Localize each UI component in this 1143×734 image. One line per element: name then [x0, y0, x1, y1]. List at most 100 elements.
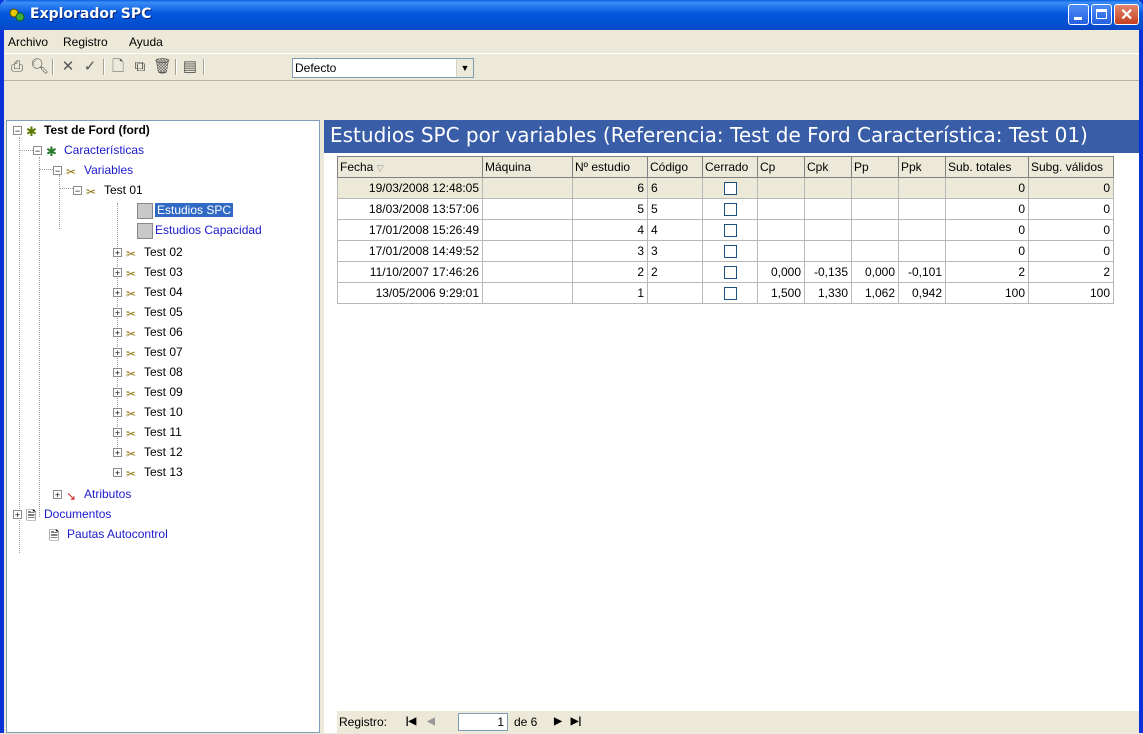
tree-item-test[interactable]: + ✂ Test 02	[113, 243, 183, 261]
column-pp[interactable]: Pp	[851, 156, 899, 178]
expand-icon[interactable]: +	[113, 328, 122, 338]
cell-cerrado[interactable]	[702, 198, 758, 220]
close-button[interactable]: ✕	[1114, 4, 1139, 25]
cell-cpk[interactable]	[804, 198, 852, 220]
tree-item-test[interactable]: + ✂ Test 03	[113, 263, 183, 281]
column-codigo[interactable]: Código	[647, 156, 703, 178]
expand-icon[interactable]: +	[113, 468, 122, 478]
last-record-icon[interactable]: ▶|	[568, 714, 584, 730]
expand-icon[interactable]: +	[113, 368, 122, 378]
minimize-button[interactable]	[1068, 4, 1089, 25]
expand-icon[interactable]: +	[113, 388, 122, 398]
expand-icon[interactable]: +	[113, 448, 122, 458]
cell-fecha[interactable]: 11/10/2007 17:46:26	[337, 261, 483, 283]
cell-cpk[interactable]	[804, 240, 852, 262]
cell-cp[interactable]	[757, 240, 805, 262]
expand-icon[interactable]: +	[113, 248, 122, 258]
tree-item-estudios-spc[interactable]: Estudios SPC	[137, 201, 234, 219]
menu-archivo[interactable]: Archivo	[8, 35, 48, 49]
cell-fecha[interactable]: 13/05/2006 9:29:01	[337, 282, 483, 304]
tree-item-test[interactable]: + ✂ Test 09	[113, 383, 183, 401]
print-icon[interactable]: ⎙	[8, 58, 26, 76]
cerrado-checkbox[interactable]	[723, 266, 737, 280]
cell-n-estudio[interactable]: 4	[572, 219, 648, 241]
cell-sub-totales[interactable]: 0	[945, 219, 1029, 241]
expand-icon[interactable]: +	[113, 408, 122, 418]
view-select[interactable]: Defecto ▼	[292, 58, 474, 78]
column-ppk[interactable]: Ppk	[898, 156, 946, 178]
collapse-icon[interactable]: −	[53, 166, 62, 176]
cell-n-estudio[interactable]: 6	[572, 177, 648, 199]
table-row[interactable]: 17/01/2008 15:26:49 4 4 0 0	[337, 219, 1114, 241]
expand-icon[interactable]: +	[113, 308, 122, 318]
expand-icon[interactable]: +	[113, 268, 122, 278]
cancel-icon[interactable]: ✕	[59, 58, 77, 76]
cell-cp[interactable]: 1,500	[757, 282, 805, 304]
expand-icon[interactable]: +	[113, 428, 122, 438]
tree-item-test[interactable]: + ✂ Test 07	[113, 343, 183, 361]
column-fecha[interactable]: Fecha ▽	[337, 156, 483, 178]
cell-maquina[interactable]	[482, 282, 573, 304]
cell-n-estudio[interactable]: 5	[572, 198, 648, 220]
cell-n-estudio[interactable]: 1	[572, 282, 648, 304]
collapse-icon[interactable]: −	[13, 126, 22, 136]
cell-subg-validos[interactable]: 0	[1028, 240, 1114, 262]
cell-subg-validos[interactable]: 2	[1028, 261, 1114, 283]
cell-maquina[interactable]	[482, 240, 573, 262]
cell-cpk[interactable]: -0,135	[804, 261, 852, 283]
cerrado-checkbox[interactable]	[723, 245, 737, 259]
expand-icon[interactable]: +	[13, 510, 22, 520]
cell-maquina[interactable]	[482, 219, 573, 241]
tree-item-test[interactable]: + ✂ Test 06	[113, 323, 183, 341]
cerrado-checkbox[interactable]	[723, 224, 737, 238]
previous-record-icon[interactable]: ◀	[423, 714, 439, 730]
tree-item-atributos[interactable]: + ↘ Atributos	[53, 485, 131, 503]
cell-cerrado[interactable]	[702, 261, 758, 283]
cell-pp[interactable]: 1,062	[851, 282, 899, 304]
cell-pp[interactable]	[851, 198, 899, 220]
tree-item-test[interactable]: + ✂ Test 12	[113, 443, 183, 461]
cell-pp[interactable]	[851, 219, 899, 241]
accept-icon[interactable]: ✓	[81, 58, 99, 76]
cell-ppk[interactable]	[898, 198, 946, 220]
next-record-icon[interactable]: ▶	[550, 714, 566, 730]
tree-item-test[interactable]: + ✂ Test 10	[113, 403, 183, 421]
cell-maquina[interactable]	[482, 261, 573, 283]
cerrado-checkbox[interactable]	[723, 203, 737, 217]
delete-icon[interactable]: 🗑	[153, 58, 172, 76]
column-maquina[interactable]: Máquina	[482, 156, 573, 178]
cell-sub-totales[interactable]: 100	[945, 282, 1029, 304]
column-cp[interactable]: Cp	[757, 156, 805, 178]
cell-cerrado[interactable]	[702, 282, 758, 304]
cell-n-estudio[interactable]: 3	[572, 240, 648, 262]
chevron-down-icon[interactable]: ▼	[456, 59, 473, 77]
cell-subg-validos[interactable]: 100	[1028, 282, 1114, 304]
tree-item-test[interactable]: + ✂ Test 05	[113, 303, 183, 321]
cell-cp[interactable]	[757, 198, 805, 220]
cell-sub-totales[interactable]: 0	[945, 177, 1029, 199]
cell-cerrado[interactable]	[702, 219, 758, 241]
cell-pp[interactable]	[851, 240, 899, 262]
cell-codigo[interactable]: 5	[647, 198, 703, 220]
cell-codigo[interactable]: 4	[647, 219, 703, 241]
cell-ppk[interactable]: -0,101	[898, 261, 946, 283]
cerrado-checkbox[interactable]	[723, 287, 737, 301]
print-preview-icon[interactable]: 🔍︎	[30, 58, 49, 76]
cell-cp[interactable]: 0,000	[757, 261, 805, 283]
cell-subg-validos[interactable]: 0	[1028, 198, 1114, 220]
form-view-icon[interactable]: ▤	[181, 58, 199, 76]
column-n-estudio[interactable]: Nº estudio	[572, 156, 648, 178]
cell-fecha[interactable]: 18/03/2008 13:57:06	[337, 198, 483, 220]
cell-ppk[interactable]: 0,942	[898, 282, 946, 304]
menu-ayuda[interactable]: Ayuda	[129, 35, 163, 49]
expand-icon[interactable]: +	[113, 288, 122, 298]
tree-item-test[interactable]: + ✂ Test 08	[113, 363, 183, 381]
cell-fecha[interactable]: 17/01/2008 15:26:49	[337, 219, 483, 241]
cell-cp[interactable]	[757, 177, 805, 199]
tree-item-documentos[interactable]: + 🗎 Documentos	[13, 505, 111, 523]
tree-item-test[interactable]: + ✂ Test 04	[113, 283, 183, 301]
cell-codigo[interactable]	[647, 282, 703, 304]
collapse-icon[interactable]: −	[33, 146, 42, 156]
cell-pp[interactable]: 0,000	[851, 261, 899, 283]
cell-ppk[interactable]	[898, 240, 946, 262]
